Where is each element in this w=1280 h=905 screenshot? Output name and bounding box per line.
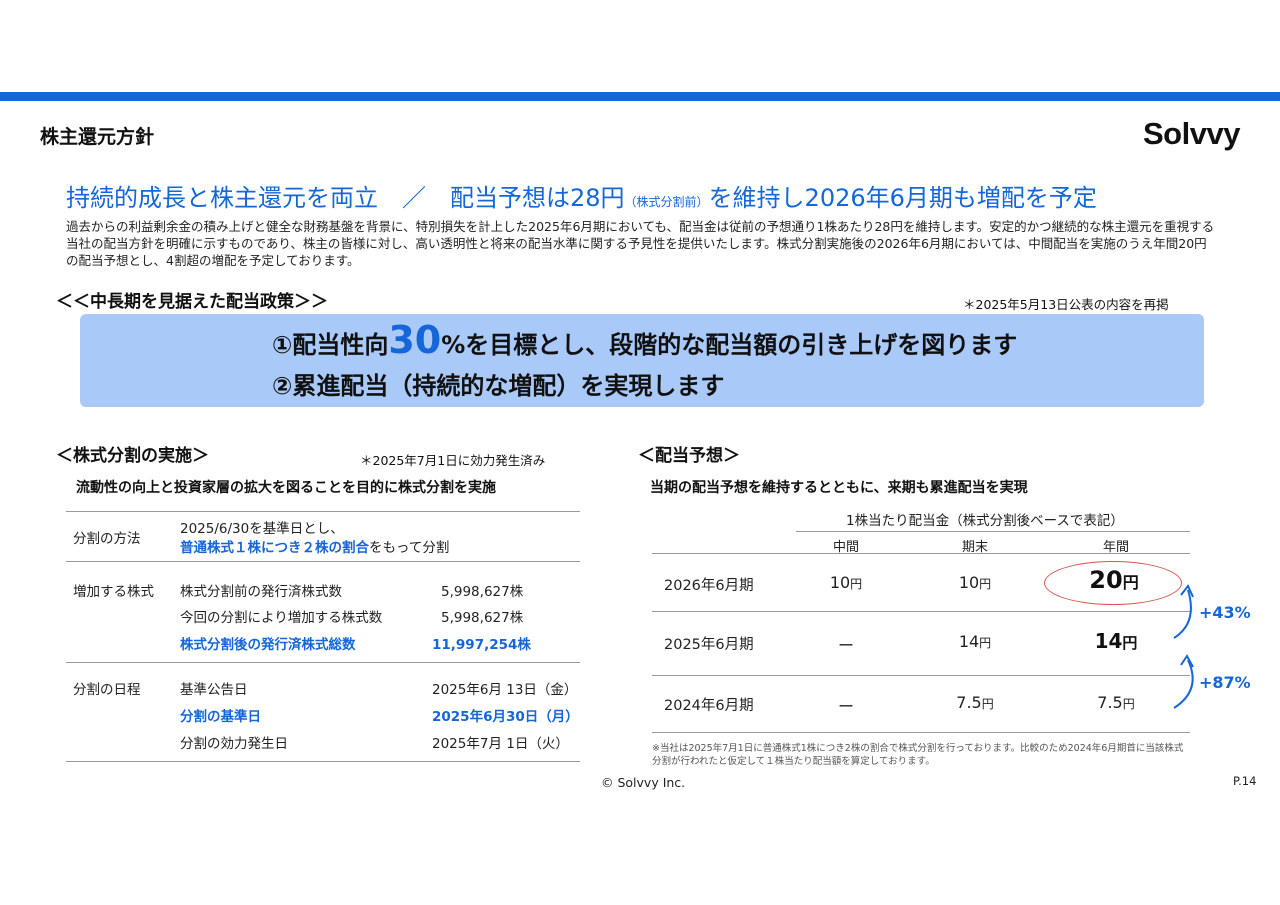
dividend-cell-highlight: 20円 xyxy=(1064,566,1164,594)
headline-part1: 持続的成長と株主還元を両立 ／ 配当予想は28円 xyxy=(66,184,625,212)
divider xyxy=(66,761,580,762)
divider xyxy=(66,511,580,512)
dividend-cell: 14円 xyxy=(925,632,1025,651)
divider xyxy=(796,531,1190,532)
growth-label-87: +87% xyxy=(1199,673,1251,692)
split-method-line1: 2025/6/30を基準日とし、 xyxy=(180,521,344,537)
top-accent-bar xyxy=(0,92,1280,101)
cell-value: 10 xyxy=(958,573,980,592)
policy-note: ＊2025年5月13日公表の内容を再掲 xyxy=(963,297,1169,312)
schedule-row-value: 2025年6月 13日（金） xyxy=(432,682,578,698)
cell-value: 14 xyxy=(1094,629,1123,653)
unit: 円 xyxy=(1122,573,1139,592)
cell-value: ー xyxy=(837,636,854,655)
cell-value: 14 xyxy=(958,632,980,651)
unit: 円 xyxy=(1122,697,1135,711)
growth-arrow-icon xyxy=(1173,659,1194,709)
increase-label: 増加する株式 xyxy=(73,584,154,600)
schedule-row-value: 2025年7月 1日（火） xyxy=(432,736,569,752)
dividend-cell: 7.5円 xyxy=(925,693,1025,712)
dividend-cell: ー xyxy=(796,693,896,717)
increase-row-label: 株式分割前の発行済株式数 xyxy=(180,584,342,600)
policy-line-1: ①配当性向30%を目標とし、段階的な配当額の引き上げを図ります xyxy=(272,318,1017,362)
split-subheading: 流動性の向上と投資家層の拡大を図ることを目的に株式分割を実施 xyxy=(76,480,496,496)
divider xyxy=(652,611,1190,612)
divider xyxy=(66,561,580,562)
dividend-subheading: 当期の配当予想を維持するとともに、来期も累進配当を実現 xyxy=(650,480,1028,496)
policy-heading: ＜＜中長期を見据えた配当政策＞＞ xyxy=(56,292,328,312)
growth-arrows xyxy=(1173,584,1194,709)
policy-line1-post: %を目標とし、段階的な配当額の引き上げを図ります xyxy=(441,331,1018,359)
schedule-row-label: 基準公告日 xyxy=(180,682,248,698)
unit: 円 xyxy=(979,636,992,650)
growth-arrow-icon xyxy=(1173,589,1192,639)
headline-small: （株式分割前） xyxy=(624,195,709,209)
divider xyxy=(66,662,580,663)
cell-value: 10 xyxy=(829,573,851,592)
dividend-cell: 10円 xyxy=(925,573,1025,592)
split-heading: ＜株式分割の実施＞ xyxy=(56,446,209,466)
increase-row-value: 11,997,254株 xyxy=(432,637,531,653)
headline: 持続的成長と株主還元を両立 ／ 配当予想は28円（株式分割前）を維持し2026年… xyxy=(66,178,1097,213)
cell-value: 7.5 xyxy=(956,693,982,712)
arrowhead-icon xyxy=(1180,654,1194,668)
cell-value: 7.5 xyxy=(1097,693,1123,712)
increase-row-label: 今回の分割により増加する株式数 xyxy=(180,610,383,626)
cell-value: ー xyxy=(837,697,854,716)
row-period: 2025年6月期 xyxy=(664,637,754,653)
cell-value: 20 xyxy=(1089,566,1123,594)
increase-row-value: 5,998,627株 xyxy=(441,584,524,600)
unit: 円 xyxy=(981,697,994,711)
unit: 円 xyxy=(850,577,863,591)
schedule-label: 分割の日程 xyxy=(73,682,141,698)
unit: 円 xyxy=(1122,634,1138,652)
split-note: ＊2025年7月1日に効力発生済み xyxy=(360,453,546,468)
schedule-row-label: 分割の基準日 xyxy=(180,709,261,725)
copyright: © Solvvy Inc. xyxy=(601,775,686,790)
unit: 円 xyxy=(979,577,992,591)
dividend-cell: 10円 xyxy=(796,573,896,592)
dividend-footnote: ※当社は2025年7月1日に普通株式1株につき2株の割合で株式分割を行っておりま… xyxy=(652,743,1184,767)
divider xyxy=(652,675,1190,676)
split-ratio: 普通株式１株につき２株の割合 xyxy=(180,540,369,556)
dividend-heading: ＜配当予想＞ xyxy=(638,446,740,466)
policy-line-2: ②累進配当（持続的な増配）を実現します xyxy=(272,372,725,400)
split-method-rest: をもって分割 xyxy=(369,540,450,556)
row-period: 2026年6月期 xyxy=(664,578,754,594)
dividend-table-caption: 1株当たり配当金（株式分割後ベースで表記） xyxy=(846,513,1124,529)
schedule-row-label: 分割の効力発生日 xyxy=(180,736,288,752)
page-number: P.14 xyxy=(1233,774,1257,788)
intro-paragraph: 過去からの利益剰余金の積み上げと健全な財務基盤を背景に、特別損失を計上した202… xyxy=(66,219,1215,268)
increase-row-label: 株式分割後の発行済株式総数 xyxy=(180,637,356,653)
dividend-cell: 14円 xyxy=(1066,629,1166,653)
growth-label-43: +43% xyxy=(1199,603,1251,622)
company-logo: Solvvy xyxy=(1143,116,1240,151)
headline-part2: を維持し2026年6月期も増配を予定 xyxy=(708,184,1097,212)
dividend-cell: ー xyxy=(796,632,896,656)
increase-row-value: 5,998,627株 xyxy=(441,610,524,626)
divider xyxy=(652,553,1190,554)
split-method-label: 分割の方法 xyxy=(73,531,141,547)
row-period: 2024年6月期 xyxy=(664,698,754,714)
split-method-line2: 普通株式１株につき２株の割合をもって分割 xyxy=(180,536,449,556)
arrowhead-icon xyxy=(1180,584,1194,598)
policy-target-value: 30 xyxy=(388,318,442,362)
policy-line1-pre: ①配当性向 xyxy=(272,331,389,359)
divider xyxy=(652,732,1190,733)
page-title: 株主還元方針 xyxy=(40,126,155,148)
dividend-cell: 7.5円 xyxy=(1066,693,1166,712)
schedule-row-value: 2025年6月30日（月） xyxy=(432,709,579,725)
